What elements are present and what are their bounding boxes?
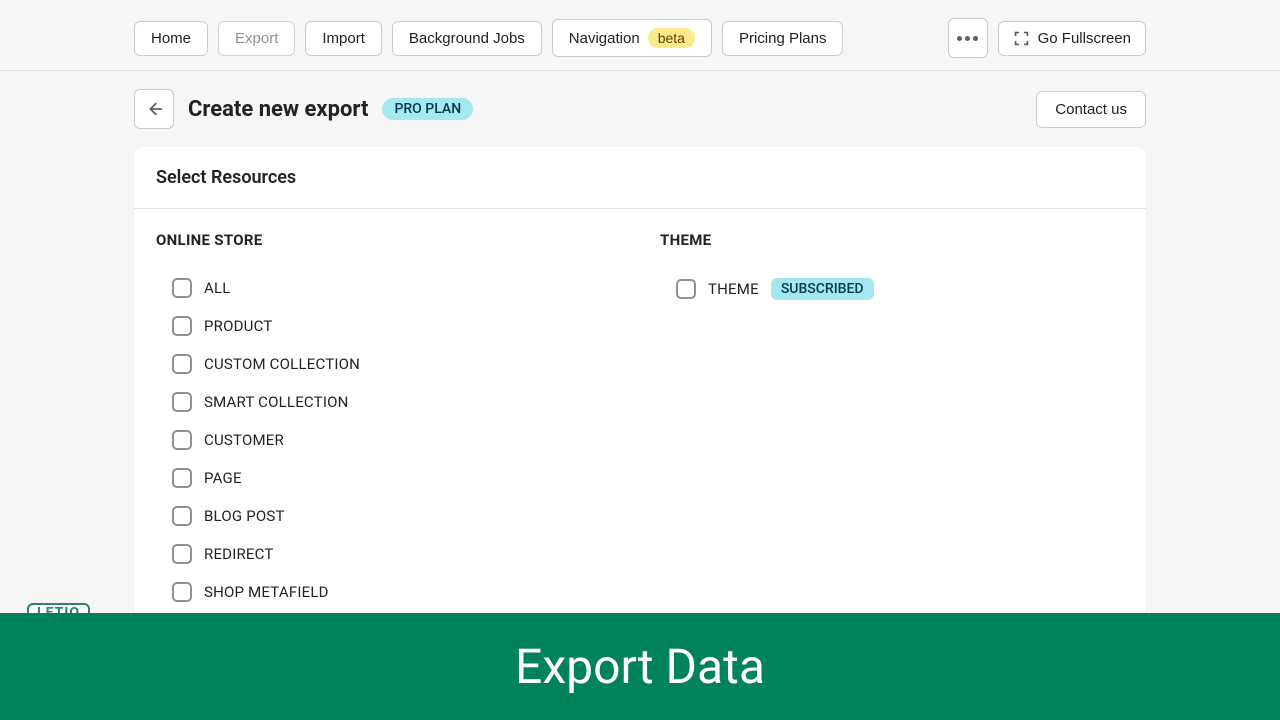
beta-badge: beta	[648, 28, 695, 48]
checkbox-row-shop-metafield[interactable]: SHOP METAFIELD	[156, 573, 620, 611]
checkbox-smart-collection[interactable]	[172, 392, 192, 412]
card-title: Select Resources	[156, 167, 1124, 188]
checkbox-row-smart-collection[interactable]: SMART COLLECTION	[156, 383, 620, 421]
checkbox-theme[interactable]	[676, 279, 696, 299]
banner-text: Export Data	[515, 638, 765, 695]
checkbox-blog-post[interactable]	[172, 506, 192, 526]
nav-home-button[interactable]: Home	[134, 21, 208, 56]
checkbox-label-blog-post: BLOG POST	[204, 507, 285, 525]
checkbox-label-product: PRODUCT	[204, 317, 273, 335]
contact-us-button[interactable]: Contact us	[1036, 91, 1146, 128]
checkbox-label-shop-metafield: SHOP METAFIELD	[204, 583, 329, 601]
checkbox-label-redirect: REDIRECT	[204, 545, 274, 563]
page-header: Create new export PRO PLAN Contact us	[0, 71, 1280, 147]
nav-import-button[interactable]: Import	[305, 21, 382, 56]
checkbox-label-smart-collection: SMART COLLECTION	[204, 393, 349, 411]
checkbox-row-custom-collection[interactable]: CUSTOM COLLECTION	[156, 345, 620, 383]
card-body: ONLINE STORE ALL PRODUCT CUSTOM COLLECTI…	[134, 209, 1146, 651]
checkbox-all[interactable]	[172, 278, 192, 298]
go-fullscreen-label: Go Fullscreen	[1038, 30, 1131, 47]
online-store-heading: ONLINE STORE	[156, 231, 620, 249]
checkbox-custom-collection[interactable]	[172, 354, 192, 374]
checkbox-product[interactable]	[172, 316, 192, 336]
checkbox-row-redirect[interactable]: REDIRECT	[156, 535, 620, 573]
go-fullscreen-button[interactable]: Go Fullscreen	[998, 21, 1146, 56]
fullscreen-icon	[1013, 30, 1030, 47]
resources-card: Select Resources ONLINE STORE ALL PRODUC…	[134, 147, 1146, 651]
checkbox-label-page: PAGE	[204, 469, 242, 487]
back-button[interactable]	[134, 89, 174, 129]
checkbox-customer[interactable]	[172, 430, 192, 450]
nav-navigation-label: Navigation	[569, 30, 640, 47]
nav-background-jobs-button[interactable]: Background Jobs	[392, 21, 542, 56]
checkbox-row-customer[interactable]: CUSTOMER	[156, 421, 620, 459]
checkbox-label-all: ALL	[204, 279, 231, 297]
top-navigation: Home Export Import Background Jobs Navig…	[0, 0, 1280, 71]
nav-navigation-button[interactable]: Navigation beta	[552, 19, 712, 57]
more-options-button[interactable]	[948, 18, 988, 58]
checkbox-label-theme: THEME	[708, 280, 759, 298]
page-title: Create new export	[188, 97, 368, 122]
checkbox-label-customer: CUSTOMER	[204, 431, 284, 449]
theme-heading: THEME	[660, 231, 1124, 249]
subscribed-badge: SUBSCRIBED	[771, 278, 874, 300]
checkbox-row-product[interactable]: PRODUCT	[156, 307, 620, 345]
checkbox-page[interactable]	[172, 468, 192, 488]
bottom-banner: Export Data	[0, 613, 1280, 720]
plan-badge: PRO PLAN	[382, 98, 473, 120]
nav-export-button[interactable]: Export	[218, 21, 295, 56]
checkbox-shop-metafield[interactable]	[172, 582, 192, 602]
more-icon	[957, 36, 978, 41]
checkbox-row-blog-post[interactable]: BLOG POST	[156, 497, 620, 535]
checkbox-row-all[interactable]: ALL	[156, 269, 620, 307]
arrow-left-icon	[145, 100, 163, 118]
theme-column: THEME THEME SUBSCRIBED	[660, 231, 1124, 611]
checkbox-row-page[interactable]: PAGE	[156, 459, 620, 497]
checkbox-label-custom-collection: CUSTOM COLLECTION	[204, 355, 360, 373]
nav-pricing-plans-button[interactable]: Pricing Plans	[722, 21, 844, 56]
checkbox-row-theme[interactable]: THEME SUBSCRIBED	[660, 269, 1124, 309]
checkbox-redirect[interactable]	[172, 544, 192, 564]
card-header: Select Resources	[134, 147, 1146, 209]
online-store-column: ONLINE STORE ALL PRODUCT CUSTOM COLLECTI…	[156, 231, 620, 611]
